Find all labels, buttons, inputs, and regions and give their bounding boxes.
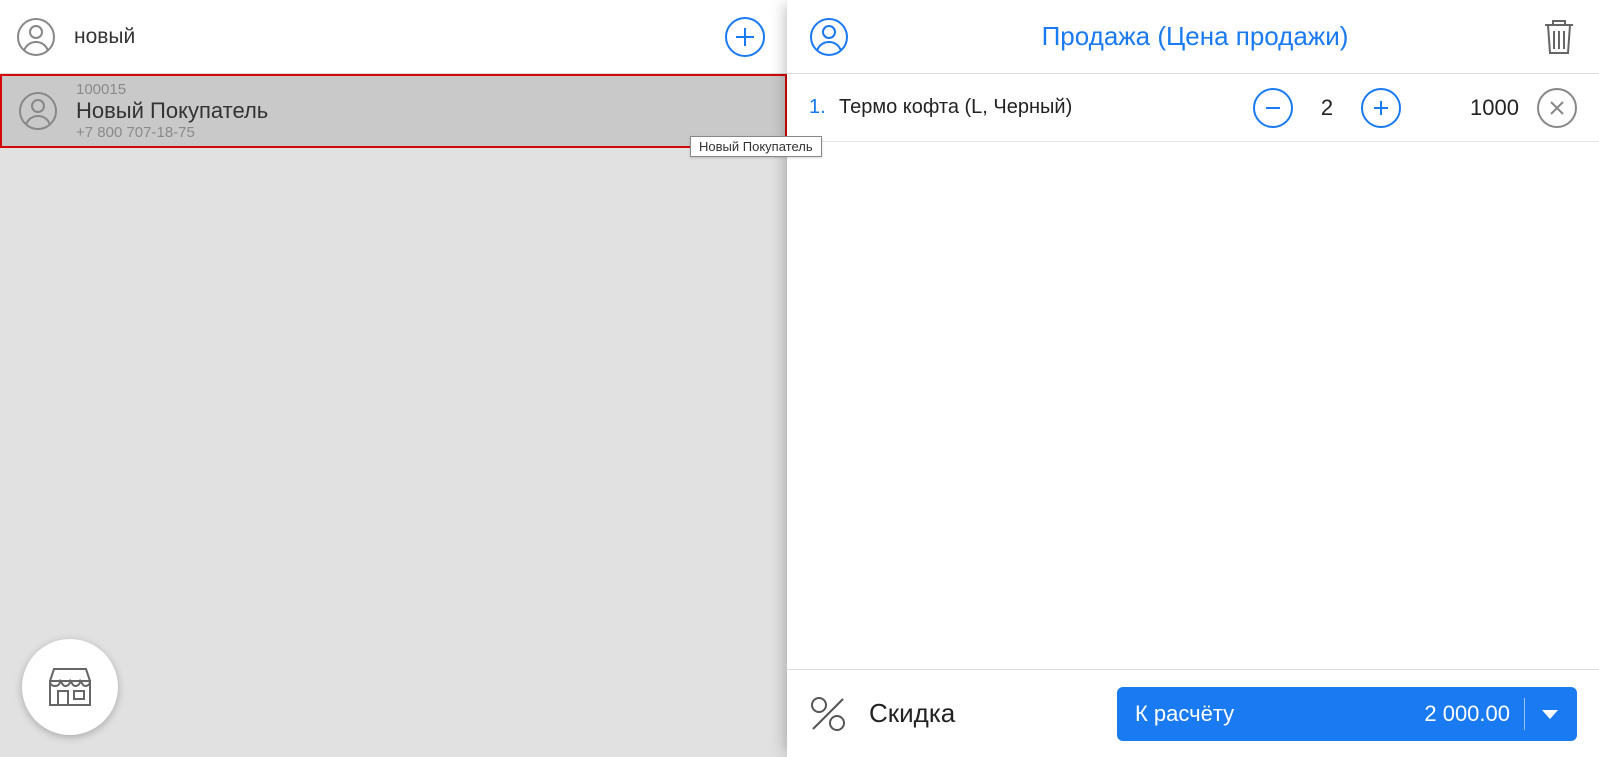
checkout-dropdown-button[interactable] [1541,701,1559,727]
sale-footer: Скидка К расчёту 2 000.00 [787,669,1599,757]
checkout-amount: 2 000.00 [1424,701,1510,727]
customer-search-panel: новый 100015 Новый Покупатель +7 800 707… [0,0,787,757]
customer-search-header: новый [0,0,787,74]
plus-icon [1371,98,1391,118]
storefront-icon [44,661,96,713]
cart-row[interactable]: 1. Термо кофта (L, Черный) 2 1 [787,74,1599,142]
cart-item-name: Термо кофта (L, Черный) [839,96,1225,119]
plus-icon [734,26,756,48]
discount-button[interactable]: Скидка [799,691,955,737]
divider [1524,698,1525,730]
shop-button[interactable] [22,639,118,735]
customer-info: 100015 Новый Покупатель +7 800 707-18-75 [76,81,268,141]
quantity-stepper: 2 [1253,88,1401,128]
decrement-button[interactable] [1253,88,1293,128]
cart-item-index: 1. [809,96,839,119]
increment-button[interactable] [1361,88,1401,128]
sale-header: Продажа (Цена продажи) [787,0,1599,74]
add-customer-button[interactable] [725,17,765,57]
quantity-value: 2 [1315,95,1339,121]
customer-phone: +7 800 707-18-75 [76,124,268,141]
discount-label: Скидка [869,698,955,729]
sale-title[interactable]: Продажа (Цена продажи) [861,21,1529,52]
customer-id: 100015 [76,81,268,98]
trash-icon [1541,17,1577,57]
checkout-button[interactable]: К расчёту 2 000.00 [1117,687,1577,741]
person-icon [18,91,58,131]
customer-select-button[interactable] [809,17,849,57]
customer-result-row[interactable]: 100015 Новый Покупатель +7 800 707-18-75 [0,74,787,148]
checkout-label: К расчёту [1135,701,1424,727]
clear-cart-button[interactable] [1541,17,1577,57]
cart-items: 1. Термо кофта (L, Черный) 2 1 [787,74,1599,669]
cart-item-price: 1000 [1429,95,1519,121]
search-input[interactable]: новый [74,25,725,49]
customer-name: Новый Покупатель [76,98,268,123]
person-icon [16,17,56,57]
sale-panel: Продажа (Цена продажи) 1. Термо кофта (L… [787,0,1599,757]
caret-down-icon [1541,701,1559,727]
close-icon [1548,99,1566,117]
remove-item-button[interactable] [1537,88,1577,128]
minus-icon [1263,98,1283,118]
tooltip: Новый Покупатель [690,136,822,157]
percent-icon [805,691,851,737]
